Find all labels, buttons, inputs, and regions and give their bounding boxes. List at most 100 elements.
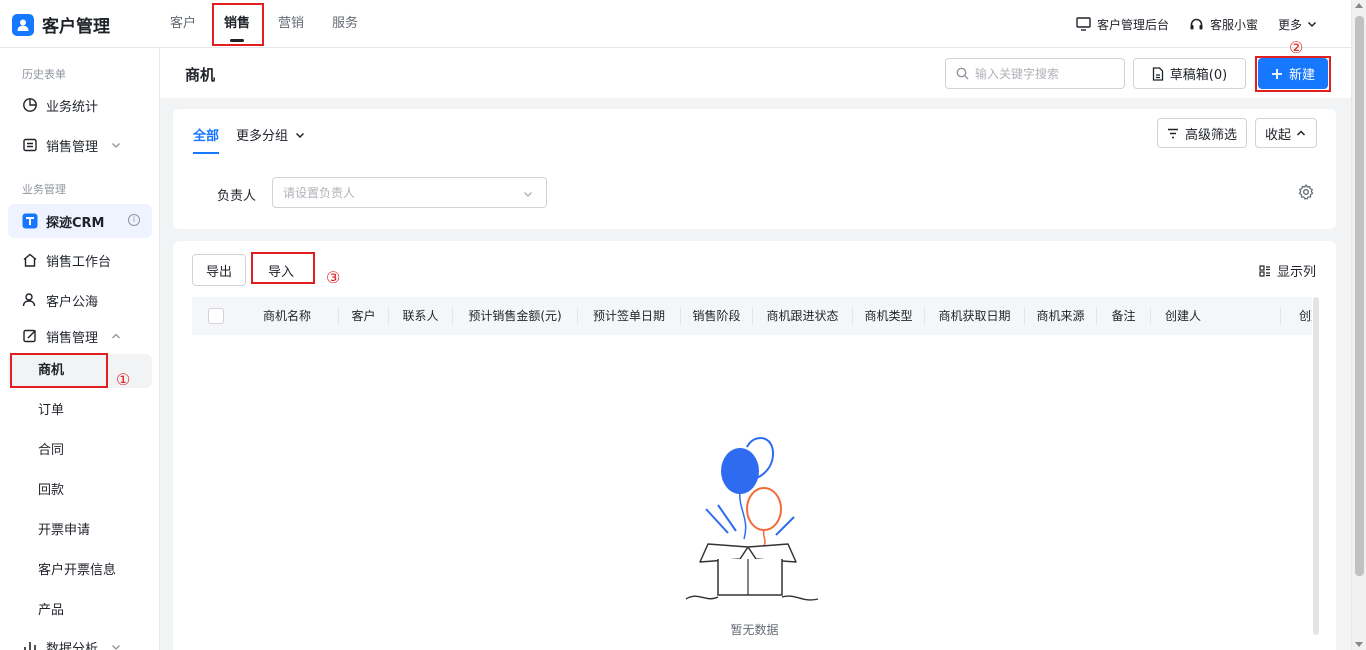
search-input[interactable] — [975, 66, 1115, 81]
admin-console-label: 客户管理后台 — [1096, 17, 1169, 32]
drafts-button[interactable]: 草稿箱(0) — [1133, 58, 1246, 89]
owner-select[interactable]: 请设置负责人 — [272, 177, 547, 208]
sidebar-item-label: 数据分析 — [46, 641, 99, 650]
sidebar-item-label: 客户公海 — [46, 294, 99, 310]
search-box[interactable] — [945, 58, 1125, 89]
filter-card: 全部 更多分组 高级筛选 收起 负责人 请设置负责人 — [173, 109, 1336, 229]
chevron-down-icon — [1307, 21, 1317, 28]
sidebar-item-data-analysis[interactable]: 数据分析 — [8, 630, 152, 650]
advanced-filter-button[interactable]: 高级筛选 — [1157, 118, 1247, 148]
filter-icon — [1167, 128, 1178, 138]
tab-customer[interactable]: 客户 — [170, 0, 196, 48]
scrollbar-thumb[interactable] — [1355, 16, 1364, 576]
column-header[interactable]: 商机跟进状态 — [753, 307, 853, 325]
owner-select-placeholder: 请设置负责人 — [283, 186, 356, 200]
sidebar-subitem-products[interactable]: 产品 — [8, 594, 152, 628]
top-bar: 客户管理 客户 销售 营销 服务 客户管理后台 客服小蜜 更多 — [0, 0, 1366, 48]
page-header: 商机 草稿箱(0) 新建 — [160, 48, 1351, 98]
advanced-filter-label: 高级筛选 — [1184, 127, 1237, 143]
sidebar-group-business: 业务管理 — [22, 183, 66, 196]
chevron-down-icon — [524, 192, 532, 197]
sidebar-subitem-contracts[interactable]: 合同 — [8, 434, 152, 468]
column-header[interactable]: 商机来源 — [1025, 307, 1097, 325]
sidebar-item-sales-workbench[interactable]: 销售工作台 — [8, 243, 152, 277]
headset-icon — [1190, 18, 1203, 29]
search-icon — [956, 67, 969, 80]
sidebar-item-customer-pool[interactable]: 客户公海 — [8, 283, 152, 317]
sidebar-item-sales-mgmt[interactable]: 销售管理 — [8, 319, 152, 353]
column-header[interactable]: 客户 — [339, 307, 389, 325]
new-label: 新建 — [1288, 68, 1315, 83]
sidebar-item-label: 探迹CRM — [46, 215, 105, 231]
crm-logo-icon — [22, 213, 38, 229]
drafts-label: 草稿箱(0) — [1169, 68, 1228, 83]
bar-chart-icon — [24, 642, 36, 650]
sidebar-subitem-orders[interactable]: 订单 — [8, 394, 152, 428]
form-icon — [23, 138, 37, 152]
export-button[interactable]: 导出 — [192, 254, 246, 286]
support-link[interactable]: 客服小蜜 — [1189, 16, 1258, 33]
sidebar-item-label: 销售管理 — [46, 330, 99, 346]
top-right-menu: 客户管理后台 客服小蜜 更多 — [1056, 0, 1318, 48]
tab-marketing[interactable]: 营销 — [278, 0, 304, 48]
collapse-button[interactable]: 收起 — [1255, 118, 1317, 148]
sidebar: 历史表单 业务统计 销售管理 业务管理 探迹CRM i 销售工作台 客户公海 销… — [0, 48, 160, 650]
column-header[interactable]: 商机名称 — [236, 307, 339, 325]
users-icon — [22, 293, 36, 307]
info-icon[interactable]: i — [128, 214, 140, 226]
column-header[interactable]: 预计签单日期 — [578, 307, 681, 325]
collapse-label: 收起 — [1264, 127, 1291, 143]
support-label: 客服小蜜 — [1209, 17, 1258, 32]
page-scrollbar[interactable] — [1351, 0, 1366, 650]
tab-sales[interactable]: 销售 — [224, 0, 250, 48]
chevron-down-icon — [112, 143, 120, 148]
column-header[interactable]: 销售阶段 — [681, 307, 753, 325]
owner-field-label: 负责人 — [217, 189, 257, 204]
group-tab-more-label: 更多分组 — [236, 129, 289, 144]
table-scrollbar[interactable] — [1313, 297, 1319, 635]
sidebar-item-label: 销售管理 — [46, 139, 99, 155]
group-tab-more[interactable]: 更多分组 — [236, 125, 306, 144]
column-header[interactable]: 联系人 — [389, 307, 453, 325]
sidebar-item-business-stats[interactable]: 业务统计 — [8, 88, 152, 122]
top-nav: 客户 销售 营销 服务 — [170, 0, 386, 48]
new-button[interactable]: 新建 — [1258, 58, 1328, 89]
columns-icon — [1259, 264, 1270, 277]
select-all-checkbox[interactable] — [208, 308, 224, 324]
tab-service[interactable]: 服务 — [332, 0, 358, 48]
app-name: 客户管理 — [42, 17, 110, 37]
display-columns-button[interactable]: 显示列 — [1259, 261, 1316, 280]
plus-icon — [1271, 68, 1282, 79]
scroll-up-icon[interactable] — [1355, 3, 1363, 8]
chart-icon — [23, 98, 37, 112]
sidebar-item-crm[interactable]: 探迹CRM i — [8, 204, 152, 238]
sidebar-subitem-customer-invoice-info[interactable]: 客户开票信息 — [8, 554, 152, 588]
column-header[interactable]: 预计销售金额(元) — [453, 307, 578, 325]
table-header: 商机名称 客户 联系人 预计销售金额(元) 预计签单日期 销售阶段 商机跟进状态… — [192, 297, 1312, 335]
more-menu[interactable]: 更多 — [1278, 16, 1318, 33]
home-icon — [23, 253, 37, 267]
column-header[interactable]: 商机类型 — [853, 307, 925, 325]
sidebar-item-sales-mgmt-history[interactable]: 销售管理 — [8, 128, 152, 162]
sidebar-subitem-invoice-request[interactable]: 开票申请 — [8, 514, 152, 548]
empty-state-text: 暂无数据 — [730, 623, 779, 637]
admin-console-link[interactable]: 客户管理后台 — [1076, 16, 1169, 33]
chevron-down-icon — [112, 645, 120, 650]
import-button[interactable]: 导入 — [254, 254, 308, 286]
sidebar-subitem-payments[interactable]: 回款 — [8, 474, 152, 508]
annotation-number-3: ③ — [326, 268, 341, 287]
group-tab-all[interactable]: 全部 — [193, 125, 220, 154]
scroll-down-icon[interactable] — [1355, 642, 1363, 647]
column-header[interactable]: 商机获取日期 — [925, 307, 1025, 325]
column-header[interactable]: 创建人 — [1151, 307, 1281, 325]
table-card: 导出 导入 显示列 商机名称 客户 联系人 预计销售金额(元) 预计签单日期 销… — [173, 241, 1336, 650]
column-header[interactable]: 创建 — [1281, 307, 1312, 325]
sidebar-group-history: 历史表单 — [22, 68, 66, 81]
brand[interactable]: 客户管理 — [12, 12, 110, 37]
empty-box-illustration — [685, 437, 819, 601]
monitor-icon — [1076, 17, 1091, 31]
sidebar-subitem-opportunity[interactable]: 商机 — [8, 354, 152, 388]
document-icon — [1152, 66, 1163, 81]
gear-icon[interactable] — [1298, 184, 1314, 200]
column-header[interactable]: 备注 — [1097, 307, 1151, 325]
